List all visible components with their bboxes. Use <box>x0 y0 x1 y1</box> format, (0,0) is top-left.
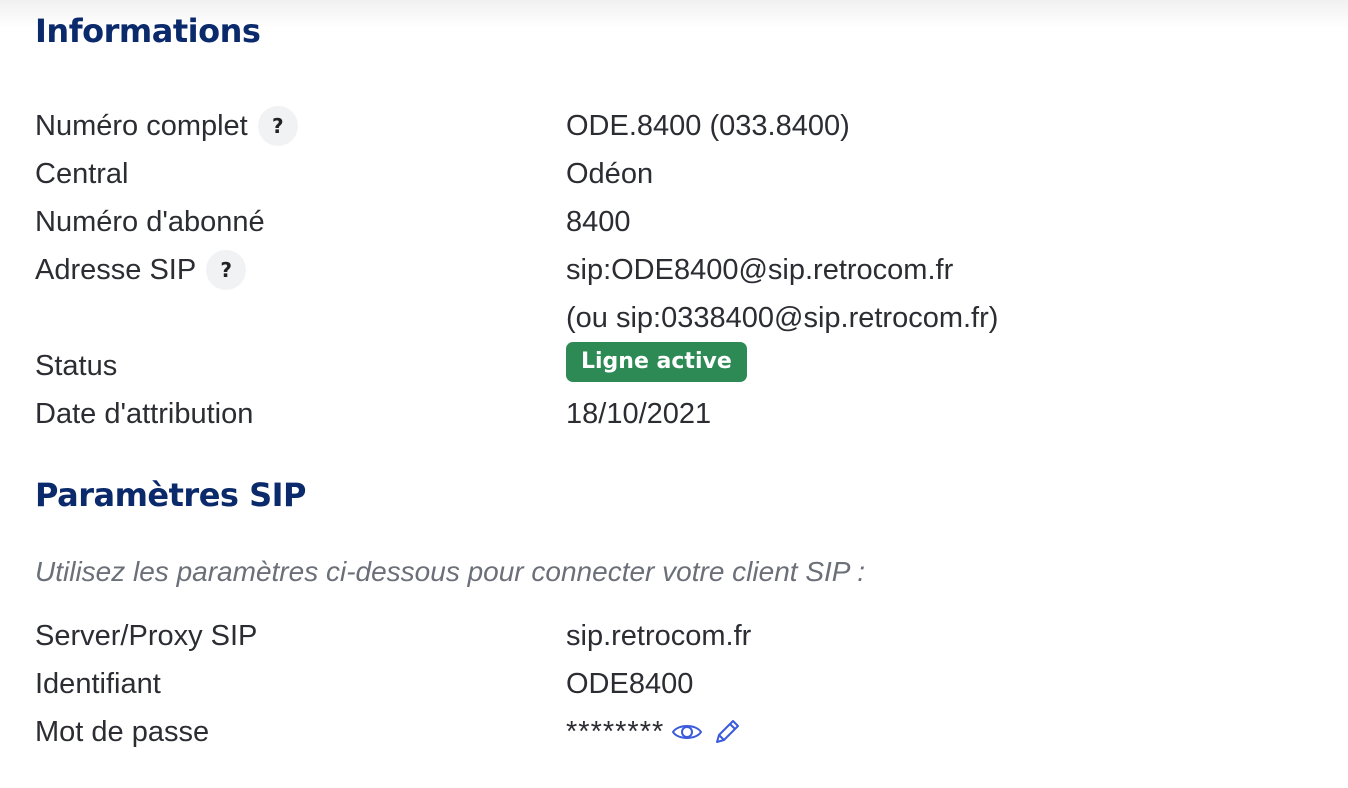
row-password: Mot de passe ******** <box>35 708 1315 756</box>
label-numero-complet: Numéro complet ? <box>35 102 298 150</box>
row-central: Central Odéon <box>35 150 1315 198</box>
row-date-attribution: Date d'attribution 18/10/2021 <box>35 390 1315 438</box>
value-status: Ligne active <box>566 342 747 382</box>
value-numero-complet: ODE.8400 (033.8400) <box>566 110 850 142</box>
password-masked: ******** <box>566 716 665 748</box>
row-server: Server/Proxy SIP sip.retrocom.fr <box>35 612 1315 660</box>
value-adresse-sip-alt: (ou sip:0338400@sip.retrocom.fr) <box>566 302 999 334</box>
row-status: Status Ligne active <box>35 342 1315 390</box>
row-identifiant: Identifiant ODE8400 <box>35 660 1315 708</box>
label-server: Server/Proxy SIP <box>35 620 258 652</box>
eye-icon[interactable] <box>670 715 704 749</box>
label-adresse-sip: Adresse SIP ? <box>35 246 247 294</box>
value-date-attribution: 18/10/2021 <box>566 398 712 430</box>
sip-params-title: Paramètres SIP <box>35 476 306 514</box>
row-adresse-sip: Adresse SIP ? sip:ODE8400@sip.retrocom.f… <box>35 246 1315 294</box>
help-icon-adresse-sip[interactable]: ? <box>206 250 247 290</box>
label-central: Central <box>35 158 129 190</box>
value-password: ******** <box>566 708 744 756</box>
help-icon-numero-complet[interactable]: ? <box>257 106 298 146</box>
row-numero-abonne: Numéro d'abonné 8400 <box>35 198 1315 246</box>
label-status: Status <box>35 350 118 382</box>
status-badge: Ligne active <box>566 342 747 382</box>
label-numero-complet-text: Numéro complet <box>35 110 248 142</box>
informations-title: Informations <box>35 12 261 50</box>
label-adresse-sip-text: Adresse SIP <box>35 254 197 286</box>
value-server: sip.retrocom.fr <box>566 620 752 652</box>
value-identifiant: ODE8400 <box>566 668 694 700</box>
sip-hint-text: Utilisez les paramètres ci-dessous pour … <box>35 556 865 587</box>
pencil-icon[interactable] <box>710 715 744 749</box>
label-numero-abonne: Numéro d'abonné <box>35 206 265 238</box>
value-numero-abonne: 8400 <box>566 206 631 238</box>
label-date-attribution: Date d'attribution <box>35 398 254 430</box>
label-identifiant: Identifiant <box>35 668 161 700</box>
row-numero-complet: Numéro complet ? ODE.8400 (033.8400) <box>35 102 1315 150</box>
value-adresse-sip: sip:ODE8400@sip.retrocom.fr <box>566 254 954 286</box>
row-adresse-sip-alt: (ou sip:0338400@sip.retrocom.fr) <box>35 294 1315 342</box>
label-password: Mot de passe <box>35 716 210 748</box>
value-central: Odéon <box>566 158 654 190</box>
